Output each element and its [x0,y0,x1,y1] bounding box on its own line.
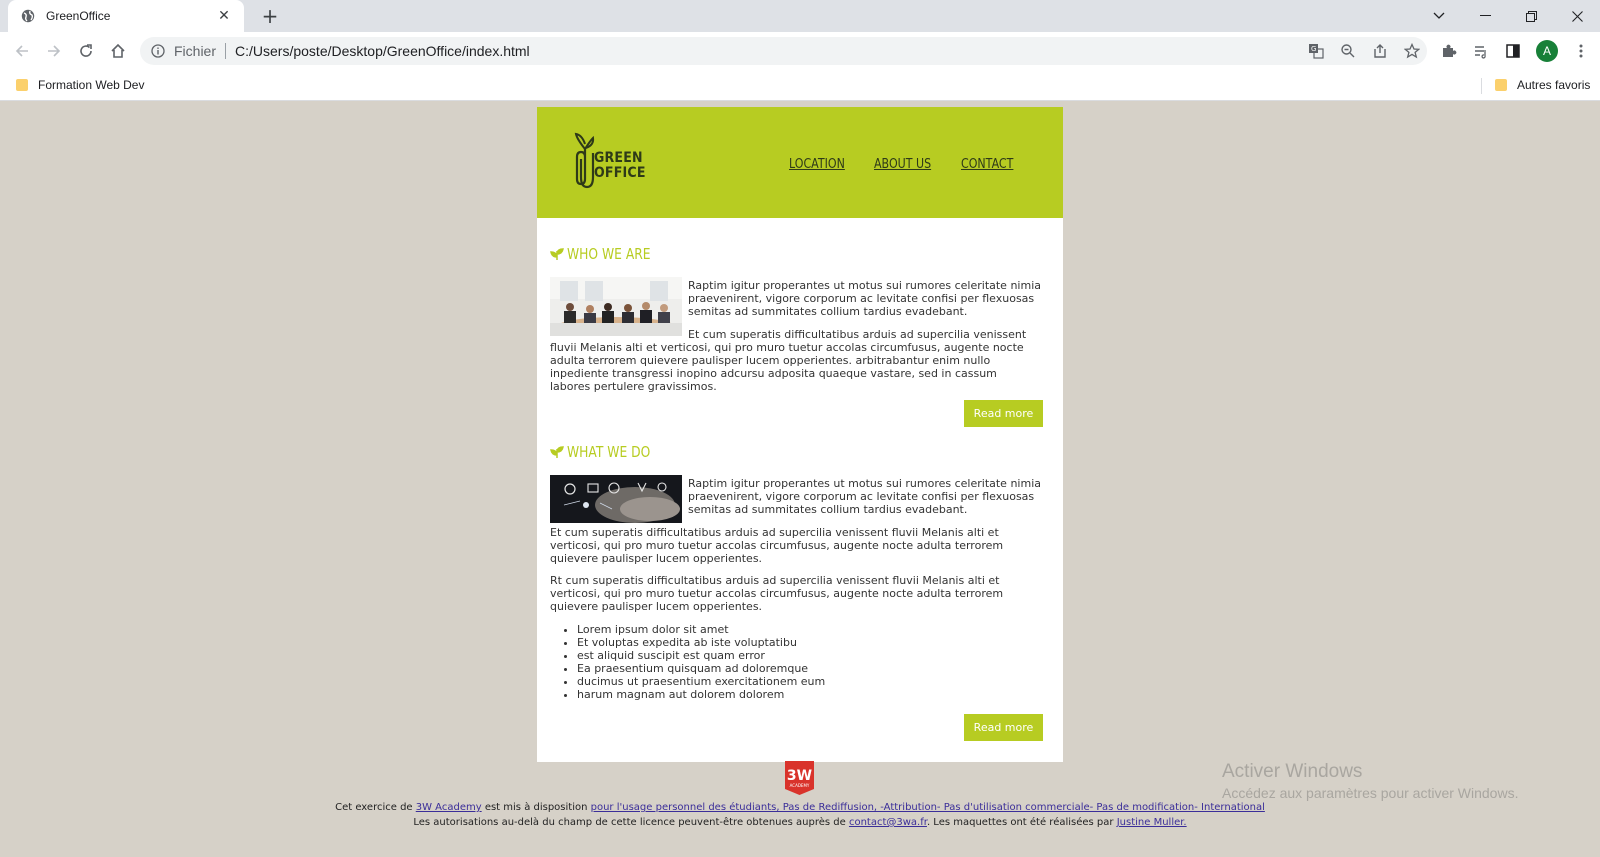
svg-text:G: G [1311,45,1316,53]
leaf-icon [550,446,564,458]
windows-activation-subtitle: Accédez aux paramètres pour activer Wind… [1222,785,1519,801]
browser-toolbar: Fichier C:/Users/poste/Desktop/GreenOffi… [0,32,1600,70]
3w-academy-logo[interactable]: 3W ACADEMY [783,761,816,795]
greenoffice-logo[interactable]: GREEN OFFICE [573,131,653,191]
profile-avatar[interactable]: A [1536,40,1558,62]
section-title-text: WHAT WE DO [567,443,651,461]
zoom-icon[interactable] [1339,42,1357,60]
nav-contact[interactable]: CONTACT [961,157,1013,172]
section-heading-who-we-are: WHO WE ARE [550,245,669,263]
forward-button[interactable] [42,39,66,63]
url-scheme-label: Fichier [174,43,217,59]
footer-link-contact-email[interactable]: contact@3wa.fr [849,817,927,828]
list-item: ducimus ut praesentium exercitationem eu… [577,675,825,688]
what-body-paragraph-1: Et cum superatis difficultatibus arduis … [550,526,1004,565]
who-body-text: Et cum superatis difficultatibus arduis … [550,328,1027,393]
page-container: GREEN OFFICE LOCATION ABOUT US CONTACT W… [537,107,1063,762]
page-viewport: GREEN OFFICE LOCATION ABOUT US CONTACT W… [0,101,1600,857]
globe-icon [20,8,36,24]
bookmark-label: Formation Web Dev [38,78,145,92]
who-body-paragraph: Et cum superatis difficultatibus arduis … [550,328,1040,393]
footer-link-license[interactable]: pour l'usage personnel des étudiants, Pa… [591,802,1265,813]
more-menu-icon[interactable] [1569,39,1593,63]
share-icon[interactable] [1371,42,1389,60]
translate-icon[interactable]: G [1307,42,1325,60]
site-header: GREEN OFFICE LOCATION ABOUT US CONTACT [537,107,1063,218]
other-bookmarks-label: Autres favoris [1517,78,1591,92]
bookmarks-bar: Formation Web Dev Autres favoris [0,70,1600,101]
info-icon[interactable] [150,43,166,59]
minimize-button[interactable] [1462,0,1508,32]
home-button[interactable] [106,39,130,63]
folder-icon [1495,79,1507,91]
what-body-paragraph-2: Rt cum superatis difficultatibus arduis … [550,574,1004,613]
side-panel-icon[interactable] [1501,39,1525,63]
list-item: Ea praesentium quisquam ad doloremque [577,662,825,675]
logo-line-1: GREEN [594,150,643,166]
tab-search-icon[interactable] [1416,0,1462,32]
feature-list: Lorem ipsum dolor sit amet Et voluptas e… [577,623,825,701]
reload-button[interactable] [74,39,98,63]
footer-link-3w-academy[interactable]: 3W Academy [416,802,482,813]
footer-permissions-line: Les autorisations au-delà du champ de ce… [413,817,1187,828]
close-window-button[interactable] [1554,0,1600,32]
new-tab-button[interactable]: + [258,4,282,28]
section-heading-what-we-do: WHAT WE DO [550,443,669,461]
close-tab-icon[interactable]: ✕ [214,8,234,24]
list-item: Lorem ipsum dolor sit amet [577,623,825,636]
bookmarks-separator [1481,78,1482,94]
browser-tab[interactable]: GreenOffice ✕ [8,0,244,32]
url-separator [225,43,227,59]
read-more-button-who[interactable]: Read more [964,400,1043,427]
tab-strip: GreenOffice ✕ + [0,0,1600,32]
nav-location[interactable]: LOCATION [789,157,845,172]
reading-list-icon[interactable] [1469,39,1493,63]
what-intro-paragraph: Raptim igitur properantes ut motus sui r… [688,477,1041,516]
svg-text:ACADEMY: ACADEMY [790,783,810,788]
tab-title: GreenOffice [46,9,111,23]
other-bookmarks-folder[interactable]: Autres favoris [1495,70,1590,100]
nav-about-us[interactable]: ABOUT US [874,157,931,172]
address-bar[interactable]: Fichier C:/Users/poste/Desktop/GreenOffi… [140,37,1427,65]
section-title-text: WHO WE ARE [567,245,651,263]
footer-license-line: Cet exercice de 3W Academy est mis à dis… [335,802,1265,813]
svg-text:3W: 3W [787,768,812,784]
url-text[interactable]: C:/Users/poste/Desktop/GreenOffice/index… [235,43,530,59]
footer-link-designer[interactable]: Justine Muller. [1117,817,1187,828]
restore-button[interactable] [1508,0,1554,32]
technology-photo [550,475,682,523]
list-item: harum magnam aut dolorem dolorem [577,688,825,701]
list-item: Et voluptas expedita ab iste voluptatibu [577,636,825,649]
back-button[interactable] [10,39,34,63]
leaf-icon [550,248,564,260]
logo-wordmark: GREEN OFFICE [594,151,646,181]
list-item: est aliquid suscipit est quam error [577,649,825,662]
logo-line-2: OFFICE [594,165,646,181]
who-intro-paragraph: Raptim igitur properantes ut motus sui r… [688,279,1041,318]
windows-activation-title: Activer Windows [1222,761,1363,782]
read-more-button-what[interactable]: Read more [964,714,1043,741]
bookmark-star-icon[interactable] [1403,42,1421,60]
folder-icon [16,79,28,91]
extensions-puzzle-icon[interactable] [1437,39,1461,63]
bookmark-folder-formation[interactable]: Formation Web Dev [16,70,144,100]
